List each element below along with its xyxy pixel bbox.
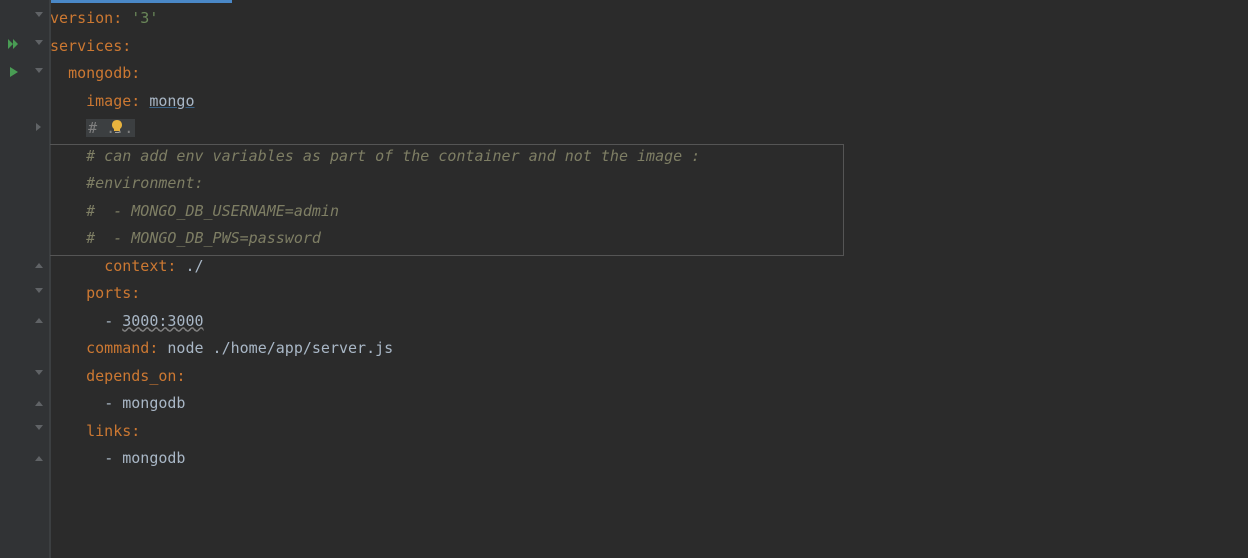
yaml-key: mongodb bbox=[68, 64, 131, 82]
yaml-comment: # can add env variables as part of the c… bbox=[86, 147, 700, 165]
code-line[interactable]: mongodb: bbox=[50, 60, 1248, 88]
yaml-value: mongo bbox=[149, 92, 194, 110]
code-line[interactable]: ports: bbox=[50, 280, 1248, 308]
fold-end-icon[interactable] bbox=[33, 313, 45, 325]
fold-toggle-icon[interactable] bbox=[33, 66, 45, 78]
yaml-comment: #environment: bbox=[86, 174, 203, 192]
code-line[interactable]: #environment: bbox=[50, 170, 1248, 198]
yaml-key: version bbox=[50, 9, 113, 27]
yaml-key: context bbox=[104, 257, 167, 275]
fold-toggle-icon[interactable] bbox=[33, 286, 45, 298]
yaml-key: links bbox=[86, 422, 131, 440]
fold-toggle-icon[interactable] bbox=[33, 38, 45, 50]
fold-end-icon[interactable] bbox=[33, 451, 45, 463]
yaml-value: 3000:3000 bbox=[122, 312, 203, 330]
code-line[interactable]: # - MONGO_DB_USERNAME=admin bbox=[50, 198, 1248, 226]
yaml-value: ./ bbox=[185, 257, 203, 275]
yaml-comment: # - MONGO_DB_USERNAME=admin bbox=[86, 202, 339, 220]
fold-end-icon[interactable] bbox=[33, 396, 45, 408]
yaml-key: services bbox=[50, 37, 122, 55]
code-line[interactable]: - 3000:3000 bbox=[50, 308, 1248, 336]
fold-end-icon[interactable] bbox=[33, 258, 45, 270]
code-line[interactable]: depends_on: bbox=[50, 363, 1248, 391]
yaml-comment: # - MONGO_DB_PWS=password bbox=[86, 229, 321, 247]
code-line[interactable]: - mongodb bbox=[50, 390, 1248, 418]
yaml-value: '3' bbox=[131, 9, 158, 27]
code-line[interactable]: version: '3' bbox=[50, 5, 1248, 33]
editor-gutter[interactable] bbox=[0, 0, 50, 558]
yaml-key: ports bbox=[86, 284, 131, 302]
yaml-value: mongodb bbox=[122, 449, 185, 467]
code-editor[interactable]: version: '3' services: mongodb: image: m… bbox=[0, 0, 1248, 558]
yaml-value: node ./home/app/server.js bbox=[167, 339, 393, 357]
fold-toggle-icon[interactable] bbox=[33, 423, 45, 435]
code-line[interactable]: services: bbox=[50, 33, 1248, 61]
code-line[interactable]: links: bbox=[50, 418, 1248, 446]
yaml-key: image bbox=[86, 92, 131, 110]
run-service-icon[interactable] bbox=[6, 64, 22, 80]
fold-toggle-icon[interactable] bbox=[33, 368, 45, 380]
run-all-icon[interactable] bbox=[6, 36, 22, 52]
code-line[interactable]: # - MONGO_DB_PWS=password bbox=[50, 225, 1248, 253]
yaml-value: mongodb bbox=[122, 394, 185, 412]
fold-toggle-icon[interactable] bbox=[33, 10, 45, 22]
fold-expand-icon[interactable] bbox=[33, 121, 45, 133]
code-line[interactable]: # ... bbox=[50, 115, 1248, 143]
code-line[interactable]: command: node ./home/app/server.js bbox=[50, 335, 1248, 363]
yaml-key: command bbox=[86, 339, 149, 357]
code-line[interactable]: - mongodb bbox=[50, 445, 1248, 473]
code-line[interactable]: image: mongo bbox=[50, 88, 1248, 116]
code-line[interactable]: # can add env variables as part of the c… bbox=[50, 143, 1248, 171]
code-line[interactable]: context: ./ bbox=[50, 253, 1248, 281]
yaml-key: depends_on bbox=[86, 367, 176, 385]
lightbulb-icon[interactable] bbox=[110, 116, 126, 132]
code-content[interactable]: version: '3' services: mongodb: image: m… bbox=[50, 0, 1248, 558]
